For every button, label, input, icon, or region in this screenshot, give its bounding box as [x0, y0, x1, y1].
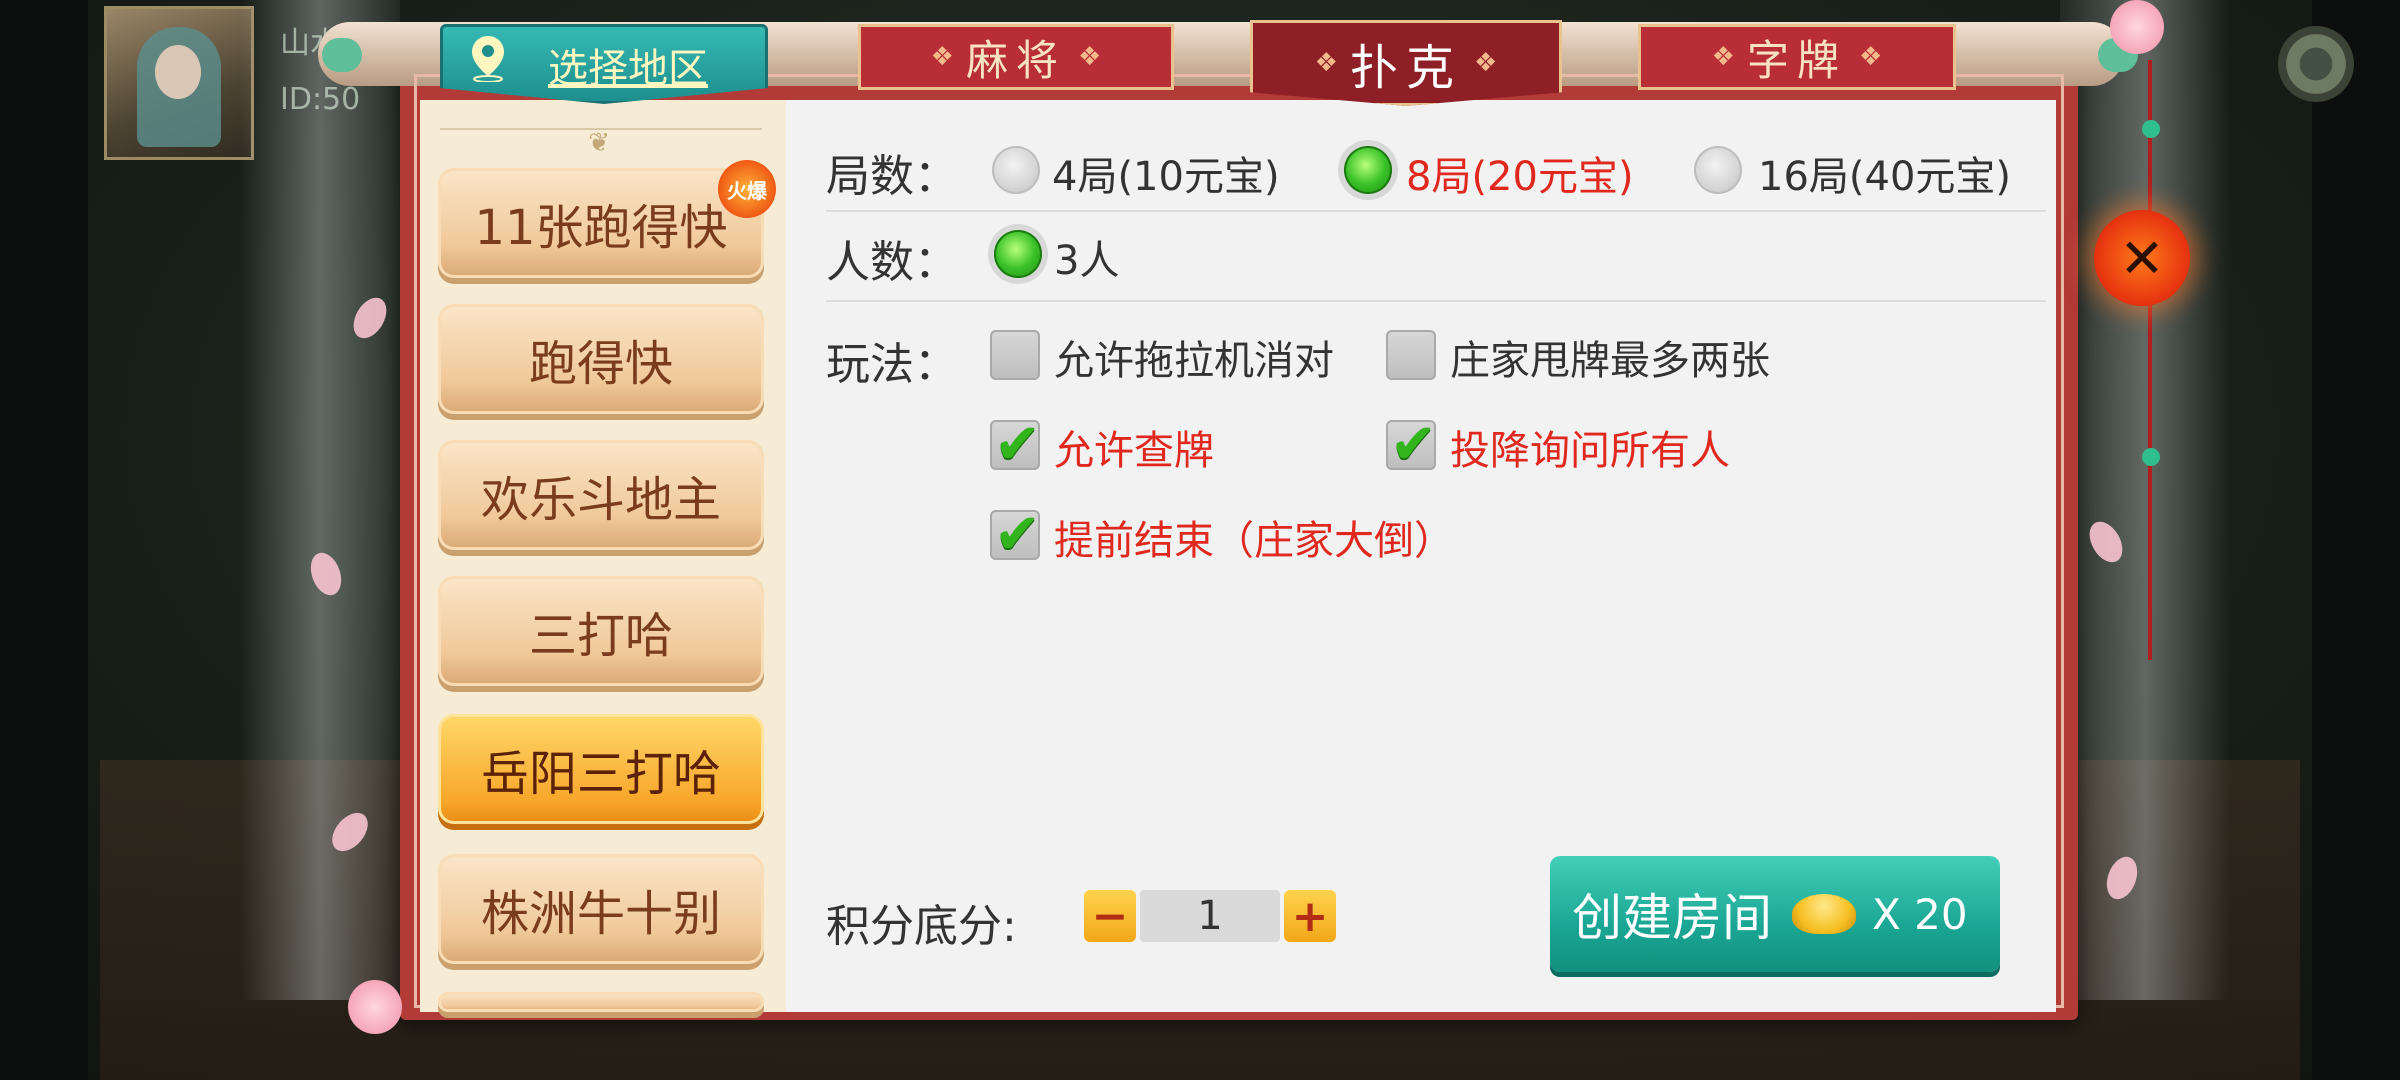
- tab-mahjong[interactable]: ❖ 麻将 ❖: [858, 24, 1174, 90]
- rod-cap-left: [322, 38, 362, 72]
- rounds-option-16[interactable]: 16局(40元宝): [1758, 144, 2011, 202]
- rounds-option-4[interactable]: 4局(10元宝): [1052, 144, 1280, 202]
- players-label: 人数：: [826, 237, 958, 288]
- game-item-paodekuai[interactable]: 跑得快: [438, 304, 764, 414]
- rounds-label: 局数：: [826, 151, 958, 202]
- curtain-right: [2060, 0, 2230, 1000]
- rule-early-end[interactable]: 提前结束（庄家大倒）: [1054, 508, 1454, 566]
- create-room-label: 创建房间: [1572, 889, 1772, 947]
- tab-label: 麻将: [965, 35, 1066, 85]
- tab-poker[interactable]: ❖ 扑克 ❖: [1250, 20, 1562, 106]
- create-room-cost: X 20: [1872, 889, 1968, 939]
- rule-surrender-ask[interactable]: 投降询问所有人: [1450, 418, 1730, 476]
- avatar[interactable]: [104, 6, 254, 160]
- score-value: 1: [1140, 890, 1280, 942]
- radio-rounds-8[interactable]: [1344, 146, 1392, 194]
- location-pin-icon: [472, 36, 504, 82]
- rounds-option-8[interactable]: 8局(20元宝): [1406, 144, 1634, 202]
- game-label: 欢乐斗地主: [480, 472, 721, 528]
- radio-rounds-16[interactable]: [1694, 146, 1742, 194]
- tab-zipai[interactable]: ❖ 字牌 ❖: [1638, 24, 1956, 90]
- game-item-zhuzhou-niushibie[interactable]: 株洲牛十别: [438, 854, 764, 964]
- players-option-3[interactable]: 3人: [1054, 228, 1119, 286]
- radio-players-3[interactable]: [994, 230, 1042, 278]
- bead: [2142, 448, 2160, 466]
- ornament-icon: ❖: [1078, 42, 1102, 72]
- tab-label: 字牌: [1746, 35, 1847, 85]
- game-label: 岳阳三打哈: [480, 746, 721, 802]
- game-item-sandaha[interactable]: 三打哈: [438, 576, 764, 686]
- ornament-icon: ❖: [930, 42, 954, 72]
- score-minus-button[interactable]: −: [1084, 890, 1136, 942]
- flower-icon: [348, 980, 402, 1034]
- game-item-yueyang-sandaha[interactable]: 岳阳三打哈: [438, 714, 764, 824]
- tab-label: 扑克: [1349, 40, 1462, 96]
- gear-icon[interactable]: [2278, 26, 2354, 102]
- ornament-icon: ❖: [1859, 42, 1883, 72]
- rule-check-cards[interactable]: 允许查牌: [1054, 418, 1214, 476]
- checkbox-surrender-ask[interactable]: [1386, 412, 1437, 477]
- bead: [2142, 120, 2160, 138]
- hot-badge: 火爆: [718, 160, 776, 218]
- radio-rounds-4[interactable]: [992, 146, 1040, 194]
- flower-icon: [2110, 0, 2164, 54]
- game-label: 11张跑得快: [474, 200, 728, 256]
- game-label: 跑得快: [528, 336, 673, 392]
- gold-ingot-icon: [1792, 894, 1856, 934]
- checkbox-check-cards[interactable]: [990, 412, 1041, 477]
- checkbox-tractor[interactable]: [990, 330, 1040, 380]
- divider: [826, 300, 2046, 302]
- game-item-doudizhu[interactable]: 欢乐斗地主: [438, 440, 764, 550]
- ornament-icon: ❖: [1711, 42, 1735, 72]
- background-right-bar: [2312, 0, 2400, 1080]
- game-label: 株洲牛十别: [480, 886, 721, 942]
- ornament-icon: ❖: [1474, 48, 1498, 78]
- tassel: [2148, 60, 2152, 660]
- close-button[interactable]: ✕: [2094, 210, 2190, 306]
- game-item-partial[interactable]: [438, 992, 764, 1012]
- score-plus-button[interactable]: +: [1284, 890, 1336, 942]
- game-label: 三打哈: [528, 608, 673, 664]
- background-left-bar: [0, 0, 88, 1080]
- curtain-left: [240, 0, 400, 1000]
- rule-dealer-throw[interactable]: 庄家甩牌最多两张: [1450, 328, 1770, 386]
- create-room-button[interactable]: 创建房间 X 20: [1550, 856, 2000, 972]
- checkbox-dealer-throw[interactable]: [1386, 330, 1436, 380]
- ornament-icon: ❦: [588, 128, 610, 158]
- score-label: 积分底分:: [826, 901, 1017, 952]
- rule-tractor[interactable]: 允许拖拉机消对: [1054, 328, 1334, 386]
- game-item-11-paodekuai[interactable]: 11张跑得快: [438, 168, 764, 278]
- divider: [826, 210, 2046, 212]
- ornament-icon: ❖: [1314, 48, 1338, 78]
- select-region-label[interactable]: 选择地区: [548, 36, 708, 94]
- rules-label: 玩法：: [826, 339, 958, 390]
- checkbox-early-end[interactable]: [990, 502, 1041, 567]
